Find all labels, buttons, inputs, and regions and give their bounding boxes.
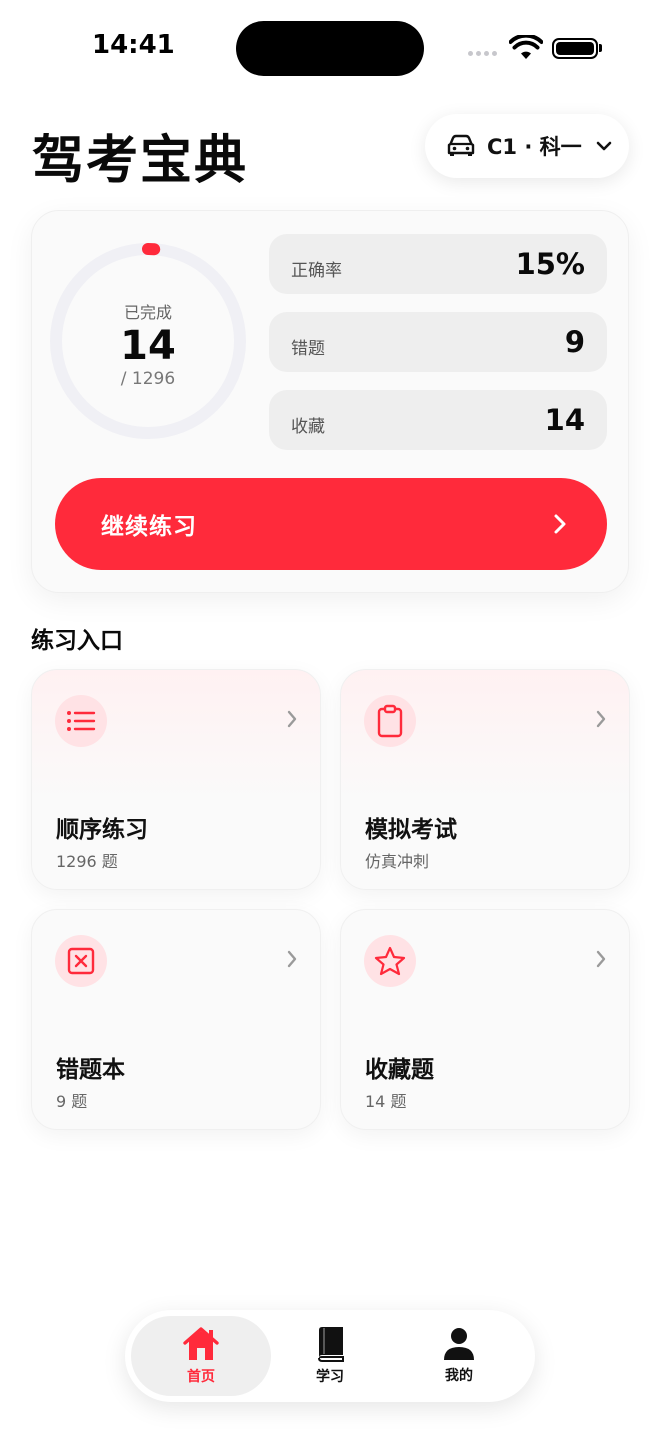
license-label: C1 · 科一 <box>487 135 582 159</box>
stat-wrong: 错题 9 <box>269 312 607 372</box>
x-square-icon <box>55 935 107 987</box>
page-title: 驾考宝典 <box>32 131 249 191</box>
wifi-icon <box>509 35 543 59</box>
entry-sequential-practice[interactable]: 顺序练习 1296 题 <box>31 669 321 890</box>
person-icon <box>444 1328 474 1360</box>
chevron-down-icon <box>596 141 611 151</box>
tab-label: 学习 <box>316 1369 344 1385</box>
tab-label: 我的 <box>445 1368 473 1384</box>
entry-title: 错题本 <box>56 1057 125 1083</box>
ring-center: 已完成 14 / 1296 <box>46 239 250 443</box>
completed-caption: 已完成 <box>123 303 172 322</box>
list-icon <box>55 695 107 747</box>
entry-subtitle: 14 题 <box>365 1092 407 1111</box>
entry-title: 收藏题 <box>365 1057 434 1083</box>
tab-bar: 首页 学习 我的 <box>125 1310 535 1402</box>
entry-subtitle: 9 题 <box>56 1092 88 1111</box>
license-selector[interactable]: C1 · 科一 <box>425 114 629 178</box>
clipboard-icon <box>364 695 416 747</box>
chevron-right-icon <box>287 950 297 968</box>
section-title: 练习入口 <box>31 628 123 654</box>
chevron-right-icon <box>287 710 297 728</box>
stat-accuracy: 正确率 15% <box>269 234 607 294</box>
stat-favorites: 收藏 14 <box>269 390 607 450</box>
entry-title: 顺序练习 <box>56 817 148 843</box>
tab-study[interactable]: 学习 <box>260 1316 400 1396</box>
entry-subtitle: 1296 题 <box>56 852 118 871</box>
stat-label: 收藏 <box>291 416 325 437</box>
stat-label: 错题 <box>291 338 325 359</box>
chevron-right-icon <box>596 710 606 728</box>
stat-label: 正确率 <box>291 260 342 281</box>
continue-practice-button[interactable]: 继续练习 <box>55 478 607 570</box>
signal-icon <box>468 51 497 56</box>
progress-card: 已完成 14 / 1296 正确率 15% 错题 9 收藏 14 继续练习 <box>31 210 629 593</box>
battery-cap <box>599 44 602 52</box>
tab-home[interactable]: 首页 <box>131 1316 271 1396</box>
chevron-right-icon <box>554 514 566 534</box>
entry-title: 模拟考试 <box>365 817 457 843</box>
entry-subtitle: 仿真冲刺 <box>365 852 430 871</box>
car-icon <box>447 134 475 156</box>
entry-favorites[interactable]: 收藏题 14 题 <box>340 909 630 1130</box>
chevron-right-icon <box>596 950 606 968</box>
entry-wrong-questions[interactable]: 错题本 9 题 <box>31 909 321 1130</box>
stat-value: 15% <box>515 247 585 281</box>
battery-icon <box>552 38 598 59</box>
entry-mock-exam[interactable]: 模拟考试 仿真冲刺 <box>340 669 630 890</box>
book-icon <box>318 1327 344 1362</box>
total-count: / 1296 <box>120 369 176 389</box>
tab-me[interactable]: 我的 <box>389 1316 529 1396</box>
home-icon <box>183 1327 219 1360</box>
status-time: 14:41 <box>92 30 175 60</box>
completed-count: 14 <box>120 323 176 369</box>
stat-value: 14 <box>544 403 585 437</box>
dynamic-island <box>236 21 424 76</box>
stat-value: 9 <box>564 325 585 359</box>
tab-label: 首页 <box>187 1369 215 1385</box>
continue-label: 继续练习 <box>101 514 197 540</box>
star-icon <box>364 935 416 987</box>
